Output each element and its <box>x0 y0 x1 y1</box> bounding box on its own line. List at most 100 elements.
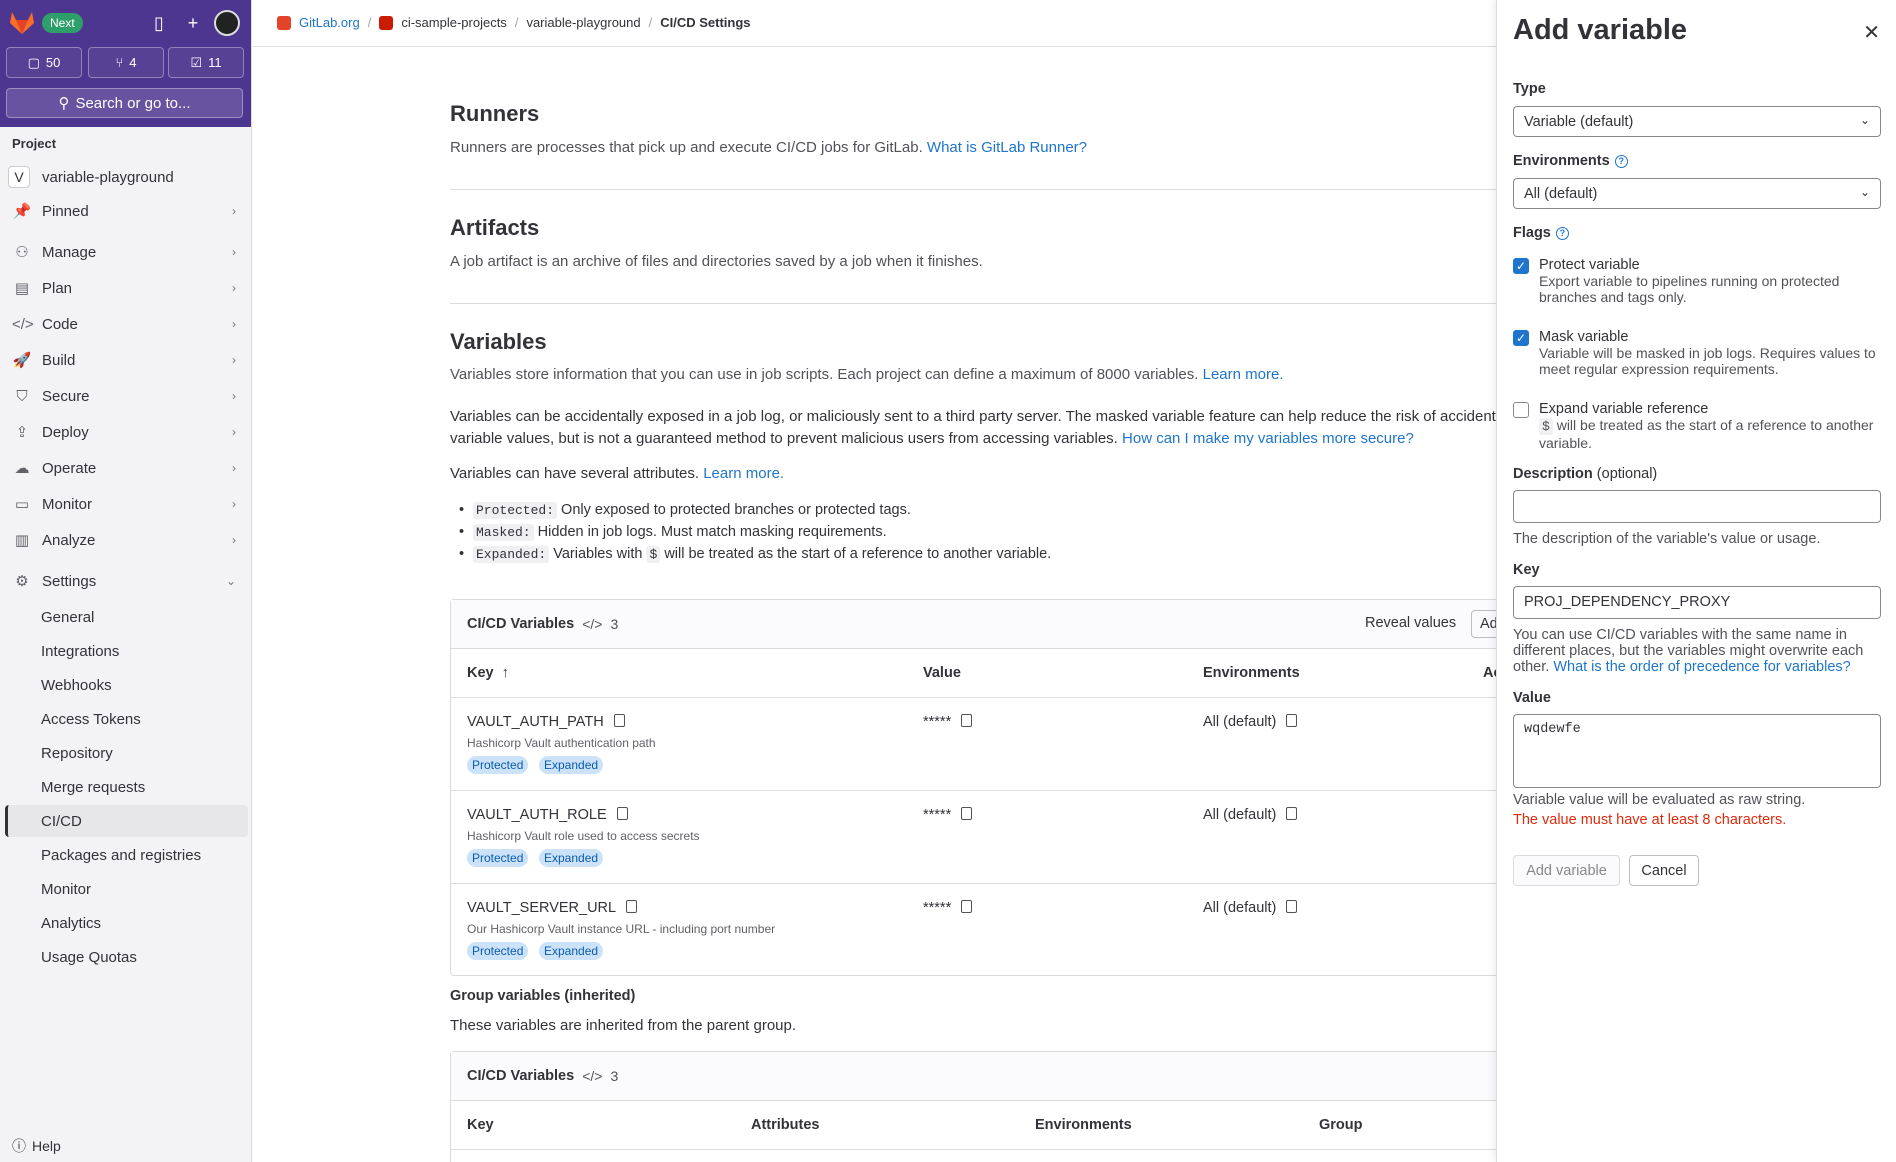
sidebar-item-analyze[interactable]: ▥ Analyze › <box>0 523 252 557</box>
search-button[interactable]: ⚲ Search or go to... <box>6 88 243 118</box>
plus-icon[interactable]: + <box>181 11 205 35</box>
copy-icon[interactable] <box>1286 900 1298 913</box>
avatar[interactable] <box>214 10 240 36</box>
toggle-sidebar-icon[interactable]: ▯ <box>147 11 171 35</box>
close-icon[interactable]: ✕ <box>1863 20 1880 45</box>
sidebar-item-manage[interactable]: ⚇ Manage › <box>0 235 252 269</box>
settings-item-general[interactable]: General <box>41 609 94 626</box>
settings-item-webhooks[interactable]: Webhooks <box>41 677 112 694</box>
sidebar-item-monitor[interactable]: ▭ Monitor › <box>0 487 252 521</box>
add-variable-drawer: Add variable ✕ Type Variable (default) ⌄ … <box>1496 0 1896 1162</box>
copy-icon[interactable] <box>1286 807 1298 820</box>
next-badge[interactable]: Next <box>42 13 83 33</box>
merge-requests-counter[interactable]: ⑂ 4 <box>88 47 164 78</box>
cicd-variables-table: CI/CD Variables </> 3 Reveal values Ad Key… <box>450 599 1496 976</box>
chevron-down-icon: ⌄ <box>225 574 236 588</box>
users-icon: ⚇ <box>15 244 29 261</box>
subgroup-avatar-icon <box>379 15 394 30</box>
breadcrumb-item[interactable]: ci-sample-projects <box>401 15 506 30</box>
table-title: CI/CD Variables </> 3 <box>467 1068 619 1084</box>
settings-item-usage-quotas[interactable]: Usage Quotas <box>41 949 137 966</box>
sidebar-item-settings[interactable]: ⚙ Settings ⌄ <box>0 564 252 598</box>
runners-title[interactable]: Runners <box>450 101 539 127</box>
variable-environment: All (default) <box>1203 900 1298 916</box>
settings-item-packages[interactable]: Packages and registries <box>41 847 201 864</box>
copy-icon[interactable] <box>616 807 628 820</box>
variables-security-link[interactable]: How can I make my variables more secure? <box>1122 430 1414 447</box>
copy-icon[interactable] <box>961 714 973 727</box>
sidebar-item-pinned[interactable]: 📌 Pinned › <box>0 194 252 228</box>
status-badge: Protected <box>467 942 529 960</box>
variables-learn-more-link[interactable]: Learn more. <box>1203 366 1284 383</box>
divider <box>450 303 1496 304</box>
protect-variable-checkbox[interactable]: ✓ Protect variable Export variable to pip… <box>1513 257 1879 305</box>
checkbox-unchecked-icon[interactable] <box>1513 402 1529 418</box>
code-icon: </> <box>12 315 34 333</box>
settings-item-merge-requests[interactable]: Merge requests <box>41 779 145 796</box>
sidebar-item-build[interactable]: 🚀 Build › <box>0 343 252 377</box>
column-header-actions: Ac <box>1483 665 1496 681</box>
key-input[interactable]: PROJ_DEPENDENCY_PROXY <box>1513 586 1881 619</box>
todos-counter[interactable]: ☑ 11 <box>168 47 244 78</box>
copy-icon[interactable] <box>961 900 973 913</box>
settings-item-access-tokens[interactable]: Access Tokens <box>41 711 141 728</box>
breadcrumb-item[interactable]: GitLab.org <box>299 15 360 30</box>
sidebar-item-plan[interactable]: ▤ Plan › <box>0 271 252 305</box>
runners-help-link[interactable]: What is GitLab Runner? <box>927 139 1087 156</box>
plan-icon: ▤ <box>14 280 30 297</box>
chevron-right-icon: › <box>232 353 236 367</box>
description-help: The description of the variable's value … <box>1513 531 1821 547</box>
main-content: Runners Runners are processes that pick … <box>253 48 1496 1162</box>
help-button[interactable]: ⓘ Help <box>12 1136 61 1156</box>
question-icon[interactable]: ? <box>1614 155 1628 168</box>
copy-icon[interactable] <box>613 714 625 727</box>
checkbox-checked-icon[interactable]: ✓ <box>1513 258 1529 274</box>
variable-description: Hashicorp Vault role used to access secr… <box>467 829 700 843</box>
cancel-button[interactable]: Cancel <box>1629 855 1699 886</box>
artifacts-title[interactable]: Artifacts <box>450 215 539 241</box>
group-variables-description: These variables are inherited from the p… <box>450 1017 797 1034</box>
value-textarea[interactable]: wqdewfe <box>1513 714 1881 788</box>
add-variable-button[interactable]: Ad <box>1471 610 1496 638</box>
sidebar-item-operate[interactable]: ☁ Operate › <box>0 451 252 485</box>
settings-item-monitor[interactable]: Monitor <box>41 881 91 898</box>
deploy-icon: ⇪ <box>15 424 29 441</box>
settings-item-integrations[interactable]: Integrations <box>41 643 119 660</box>
sidebar-item-secure[interactable]: ⛉ Secure › <box>0 379 252 413</box>
mask-variable-checkbox[interactable]: ✓ Mask variable Variable will be masked i… <box>1513 329 1879 377</box>
breadcrumb-current[interactable]: CI/CD Settings <box>660 15 750 30</box>
variable-key: VAULT_AUTH_PATH <box>467 714 625 730</box>
settings-item-cicd[interactable]: CI/CD <box>41 813 82 830</box>
chevron-right-icon: › <box>232 533 236 547</box>
chevron-right-icon: › <box>232 461 236 475</box>
variable-value: ***** <box>923 900 973 916</box>
type-select[interactable]: Variable (default) ⌄ <box>1513 106 1881 137</box>
expand-variable-checkbox[interactable]: Expand variable reference $ will be treat… <box>1513 401 1879 451</box>
environments-select[interactable]: All (default) ⌄ <box>1513 178 1881 209</box>
search-icon: ⚲ <box>58 95 70 112</box>
issues-counter[interactable]: ▢ 50 <box>6 47 82 78</box>
column-header-value: Value <box>923 665 961 681</box>
value-help: Variable value will be evaluated as raw … <box>1513 792 1806 808</box>
sidebar-item-deploy[interactable]: ⇪ Deploy › <box>0 415 252 449</box>
description-input[interactable] <box>1513 490 1881 523</box>
sidebar-section-label: Project <box>12 136 57 151</box>
gitlab-logo[interactable] <box>8 9 36 35</box>
settings-item-repository[interactable]: Repository <box>41 745 113 762</box>
copy-icon[interactable] <box>1286 714 1298 727</box>
precedence-help-link[interactable]: What is the order of precedence for vari… <box>1553 659 1850 675</box>
column-header-key[interactable]: Key ↑ <box>467 665 509 681</box>
breadcrumb-item[interactable]: variable-playground <box>526 15 640 30</box>
reveal-values-toggle[interactable]: Reveal values <box>1365 615 1456 631</box>
settings-item-analytics[interactable]: Analytics <box>41 915 101 932</box>
variables-title[interactable]: Variables <box>450 329 547 355</box>
checkbox-checked-icon[interactable]: ✓ <box>1513 330 1529 346</box>
list-item: Expanded: Variables with $ will be treat… <box>459 546 1051 563</box>
question-icon[interactable]: ? <box>1555 227 1569 240</box>
copy-icon[interactable] <box>626 900 638 913</box>
add-variable-submit-button[interactable]: Add variable <box>1513 855 1620 886</box>
sidebar-item-code[interactable]: </> Code › <box>0 307 252 341</box>
copy-icon[interactable] <box>961 807 973 820</box>
attributes-learn-more-link[interactable]: Learn more. <box>703 465 784 482</box>
sidebar-project[interactable]: V variable-playground <box>8 166 174 188</box>
